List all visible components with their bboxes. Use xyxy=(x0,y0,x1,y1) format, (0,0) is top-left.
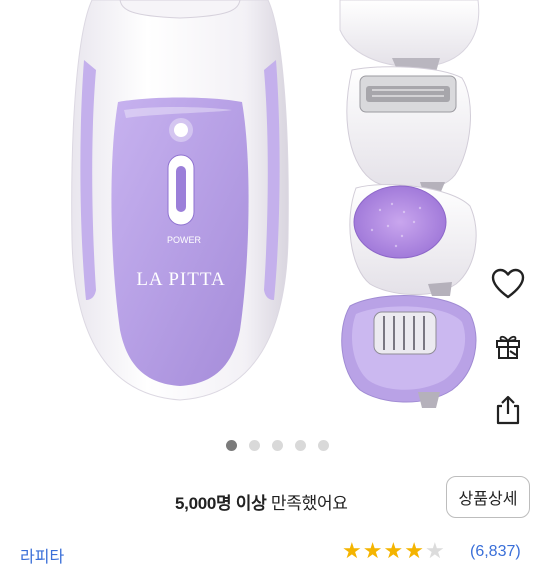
satisfaction-row: 5,000명 이상 만족했어요 상품상세 xyxy=(0,476,555,522)
review-count-link[interactable]: (6,837) xyxy=(470,543,521,561)
pager-dot[interactable] xyxy=(272,440,283,451)
satisfaction-suffix: 만족했어요 xyxy=(266,494,348,513)
star-icon: ★ xyxy=(362,538,383,563)
product-detail-button[interactable]: 상품상세 xyxy=(446,476,530,518)
product-photo: POWER LA PITTA xyxy=(71,0,480,408)
heart-icon xyxy=(491,268,525,299)
image-pager xyxy=(0,440,555,451)
star-icon: ★ xyxy=(404,538,424,563)
product-image-carousel[interactable]: POWER LA PITTA xyxy=(0,0,555,430)
share-button[interactable] xyxy=(486,388,530,430)
star-icon: ★ xyxy=(383,538,404,563)
power-label-text: POWER xyxy=(167,235,202,245)
like-button[interactable] xyxy=(486,262,530,306)
brand-logo-text: LA PITTA xyxy=(136,269,225,290)
satisfaction-text: 5,000명 이상 만족했어요 xyxy=(175,489,348,514)
brand-link[interactable]: 라피타 xyxy=(20,543,64,567)
star-half-icon: ★ xyxy=(424,538,445,563)
pager-dot[interactable] xyxy=(295,440,306,451)
gift-button[interactable] xyxy=(486,324,530,368)
gift-icon xyxy=(496,335,520,359)
pager-dot[interactable] xyxy=(226,440,237,451)
share-icon xyxy=(496,395,520,425)
satisfaction-count: 5,000명 이상 xyxy=(175,494,267,513)
star-icon: ★ xyxy=(342,538,362,563)
rating-stars: ★ ★ ★ ★ ★ xyxy=(342,540,445,562)
brand-rating-row: 라피타 ★ ★ ★ ★ ★ (6,837) xyxy=(0,540,555,567)
pager-dot[interactable] xyxy=(318,440,329,451)
pager-dot[interactable] xyxy=(249,440,260,451)
